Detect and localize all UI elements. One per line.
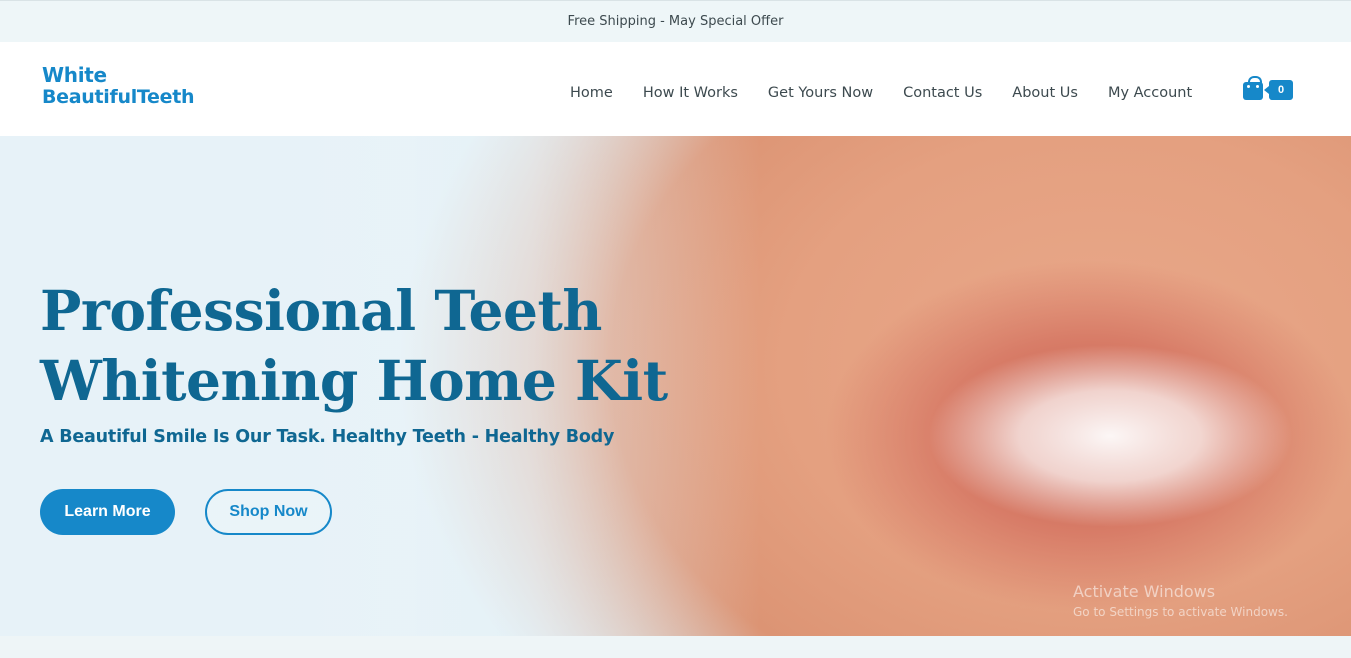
nav-item-how-it-works[interactable]: How It Works xyxy=(643,85,738,101)
watermark-line-1: Activate Windows xyxy=(1073,582,1216,601)
site-logo[interactable]: White BeautifulTeeth xyxy=(42,63,195,108)
nav-item-about-us[interactable]: About Us xyxy=(1012,85,1078,101)
shop-now-button[interactable]: Shop Now xyxy=(205,489,332,535)
promo-text: Free Shipping - May Special Offer xyxy=(567,14,784,29)
logo-line-2: BeautifulTeeth xyxy=(42,86,195,108)
hero-title-line-2: Whitening Home Kit xyxy=(40,348,668,413)
watermark-line-2: Go to Settings to activate Windows. xyxy=(1073,605,1288,619)
nav-item-contact-us[interactable]: Contact Us xyxy=(903,85,982,101)
windows-activation-watermark: Activate Windows Go to Settings to activ… xyxy=(1073,582,1288,619)
hero-subtitle: A Beautiful Smile Is Our Task. Healthy T… xyxy=(40,427,615,447)
logo-line-1: White xyxy=(42,63,107,87)
nav-item-home[interactable]: Home xyxy=(570,85,613,101)
promo-bar: Free Shipping - May Special Offer xyxy=(0,0,1351,42)
nav-item-my-account[interactable]: My Account xyxy=(1108,85,1192,101)
page-bottom-strip xyxy=(0,636,1351,658)
cart-button[interactable]: 0 xyxy=(1243,76,1295,102)
learn-more-button[interactable]: Learn More xyxy=(40,489,175,535)
hero-title-line-1: Professional Teeth xyxy=(40,278,602,343)
hero-banner: Professional Teeth Whitening Home Kit A … xyxy=(0,136,1351,636)
hero-title: Professional Teeth Whitening Home Kit xyxy=(40,276,740,416)
shopping-bag-icon xyxy=(1243,76,1263,100)
nav-item-get-yours-now[interactable]: Get Yours Now xyxy=(768,85,873,101)
cart-count-badge: 0 xyxy=(1264,80,1293,100)
main-nav: Home How It Works Get Yours Now Contact … xyxy=(570,85,1222,101)
